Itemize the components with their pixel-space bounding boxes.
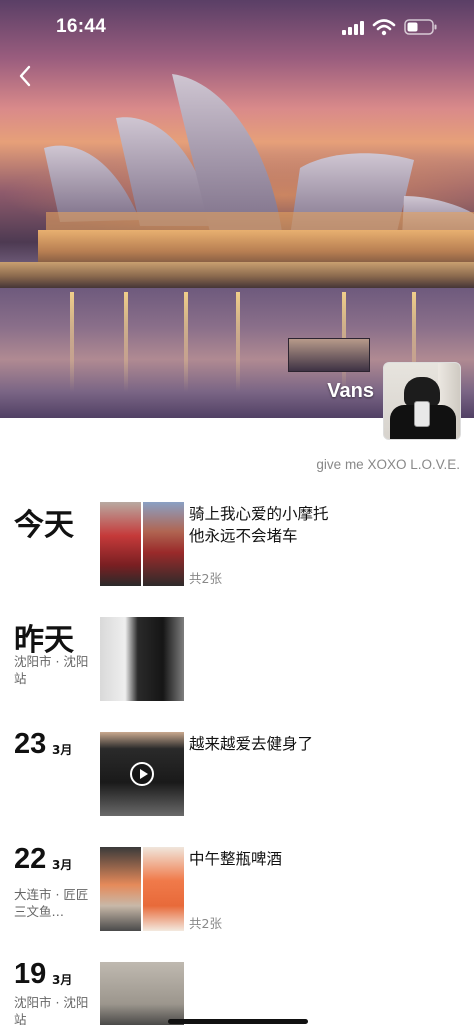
back-button[interactable] bbox=[14, 62, 38, 90]
salmon-photo bbox=[143, 847, 184, 931]
feed-date-day: 19 bbox=[14, 958, 47, 990]
food-photo bbox=[100, 847, 141, 931]
light-reflection bbox=[124, 292, 128, 392]
pier bbox=[288, 338, 370, 372]
status-bar: 16:44 bbox=[0, 0, 474, 56]
post-text[interactable]: 中午整瓶啤酒 bbox=[189, 848, 439, 870]
play-icon[interactable] bbox=[130, 762, 154, 786]
post-thumbnail[interactable] bbox=[100, 617, 184, 701]
feed-date-month: 3月 bbox=[52, 973, 73, 987]
selfie-photo bbox=[100, 617, 184, 701]
building-base bbox=[38, 230, 474, 266]
home-indicator[interactable] bbox=[168, 1019, 308, 1024]
wifi-icon bbox=[372, 19, 396, 36]
profile-username[interactable]: Vans bbox=[300, 380, 374, 403]
shoes-photo bbox=[100, 962, 184, 1025]
post-text[interactable]: 骑上我心爱的小摩托 他永远不会堵车 bbox=[189, 503, 439, 547]
light-reflection bbox=[236, 292, 240, 392]
motorcycle-photo bbox=[143, 502, 184, 586]
avatar[interactable] bbox=[383, 362, 461, 440]
post-thumbnail-grid[interactable] bbox=[100, 847, 184, 931]
post-thumbnail[interactable] bbox=[100, 962, 184, 1025]
light-reflection bbox=[184, 292, 188, 392]
feed-date-day: 22 bbox=[14, 843, 47, 875]
battery-icon bbox=[404, 19, 437, 35]
motorcycle-photo bbox=[100, 502, 141, 586]
feed-date-day: 23 bbox=[14, 728, 47, 760]
photo-count: 共2张 bbox=[189, 571, 222, 586]
status-time: 16:44 bbox=[56, 16, 107, 37]
quay bbox=[0, 262, 474, 290]
feed-date-month: 3月 bbox=[52, 858, 73, 872]
photo-count: 共2张 bbox=[189, 916, 222, 931]
post-thumbnail-grid[interactable] bbox=[100, 502, 184, 586]
profile-signature: give me XOXO L.O.V.E. bbox=[316, 457, 460, 472]
light-reflection bbox=[70, 292, 74, 392]
feed-date-month: 3月 bbox=[52, 743, 73, 757]
post-text[interactable]: 越来越爱去健身了 bbox=[189, 733, 439, 755]
signal-icon bbox=[342, 21, 366, 35]
video-thumbnail[interactable] bbox=[100, 732, 184, 816]
feed-day-label: 今天 bbox=[14, 508, 74, 543]
cover-photo[interactable] bbox=[0, 0, 474, 418]
location-label[interactable]: 沈阳市 · 沈阳站 bbox=[14, 653, 94, 687]
location-label[interactable]: 大连市 · 匠匠三文鱼… bbox=[14, 886, 94, 920]
location-label[interactable]: 沈阳市 · 沈阳站 bbox=[14, 994, 94, 1025]
